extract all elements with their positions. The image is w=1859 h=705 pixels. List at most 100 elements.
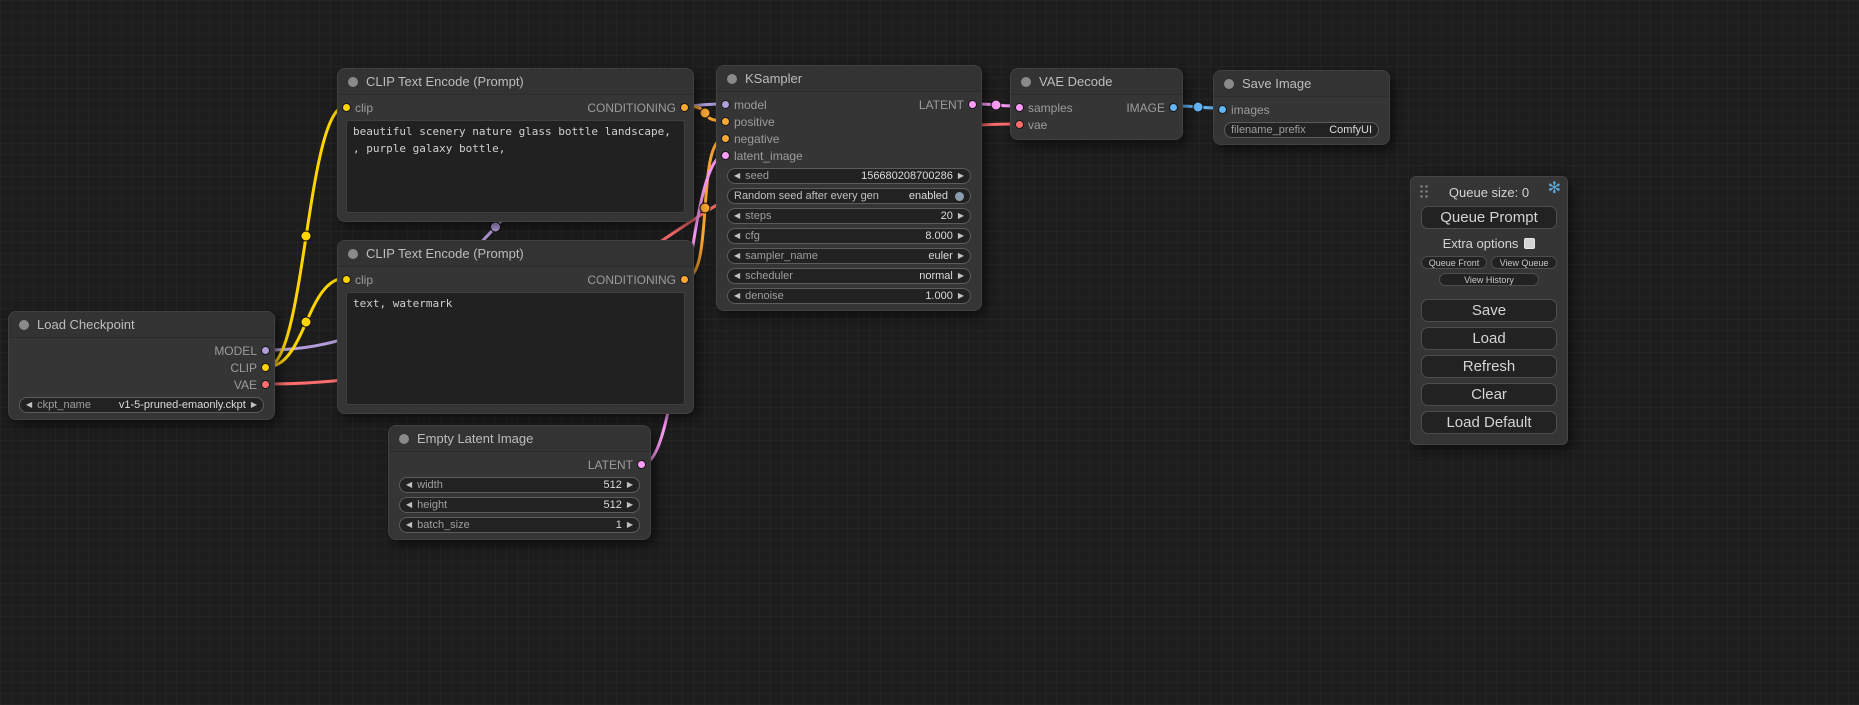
decrement-arrow-icon[interactable]: ◀ [406, 481, 412, 489]
random-seed-toggle-widget[interactable]: Random seed after every gen enabled [727, 188, 971, 204]
steps-widget[interactable]: ◀ steps 20 ▶ [727, 208, 971, 224]
filename-prefix-widget[interactable]: filename_prefix ComfyUI [1224, 122, 1379, 138]
node-title-bar[interactable]: Empty Latent Image [389, 426, 650, 452]
vae-output-port[interactable] [261, 380, 270, 389]
ckpt-name-widget[interactable]: ◀ ckpt_name v1-5-pruned-emaonly.ckpt ▶ [19, 397, 264, 413]
decrement-arrow-icon[interactable]: ◀ [406, 501, 412, 509]
clip-output-port[interactable] [261, 363, 270, 372]
latent-image-input-port[interactable] [721, 151, 730, 160]
collapse-dot-icon[interactable] [399, 434, 409, 444]
model-output-port[interactable] [261, 346, 270, 355]
node-title-bar[interactable]: VAE Decode [1011, 69, 1182, 95]
positive-prompt-textarea[interactable]: beautiful scenery nature glass bottle la… [346, 120, 685, 213]
next-arrow-icon[interactable]: ▶ [958, 272, 964, 280]
slot-row: vae [1011, 116, 1182, 133]
node-empty-latent-image[interactable]: Empty Latent Image LATENT ◀ width 512 ▶ … [388, 425, 651, 540]
decrement-arrow-icon[interactable]: ◀ [406, 521, 412, 529]
link-midpoint-dot [1193, 102, 1203, 112]
next-arrow-icon[interactable]: ▶ [251, 401, 257, 409]
conditioning-output-port[interactable] [680, 275, 689, 284]
node-title: Load Checkpoint [37, 317, 135, 332]
collapse-dot-icon[interactable] [1224, 79, 1234, 89]
decrement-arrow-icon[interactable]: ◀ [734, 232, 740, 240]
prev-arrow-icon[interactable]: ◀ [734, 272, 740, 280]
workflow-canvas[interactable]: Load Checkpoint MODEL CLIP VAE ◀ ckpt_na… [0, 0, 1859, 705]
input-label: vae [1028, 118, 1047, 132]
images-input-port[interactable] [1218, 105, 1227, 114]
clear-button[interactable]: Clear [1421, 383, 1557, 406]
link-midpoint-dot [301, 317, 311, 327]
next-arrow-icon[interactable]: ▶ [958, 252, 964, 260]
node-title-bar[interactable]: KSampler [717, 66, 981, 92]
positive-input-port[interactable] [721, 117, 730, 126]
latent-output-port[interactable] [968, 100, 977, 109]
decrement-arrow-icon[interactable]: ◀ [734, 292, 740, 300]
drag-handle-icon[interactable] [1419, 184, 1429, 199]
link-midpoint-dot [700, 108, 710, 118]
samples-input-port[interactable] [1015, 103, 1024, 112]
clip-input-port[interactable] [342, 103, 351, 112]
node-title-bar[interactable]: Load Checkpoint [9, 312, 274, 338]
view-queue-button[interactable]: View Queue [1491, 256, 1557, 269]
cfg-widget[interactable]: ◀ cfg 8.000 ▶ [727, 228, 971, 244]
sampler-name-widget[interactable]: ◀ sampler_name euler ▶ [727, 248, 971, 264]
batch-size-widget[interactable]: ◀ batch_size 1 ▶ [399, 517, 640, 533]
node-title-bar[interactable]: Save Image [1214, 71, 1389, 97]
collapse-dot-icon[interactable] [348, 249, 358, 259]
load-button[interactable]: Load [1421, 327, 1557, 350]
save-button[interactable]: Save [1421, 299, 1557, 322]
increment-arrow-icon[interactable]: ▶ [627, 481, 633, 489]
collapse-dot-icon[interactable] [19, 320, 29, 330]
image-output-port[interactable] [1169, 103, 1178, 112]
settings-gear-icon[interactable]: ✻ [1548, 181, 1561, 197]
increment-arrow-icon[interactable]: ▶ [627, 501, 633, 509]
prev-arrow-icon[interactable]: ◀ [26, 401, 32, 409]
increment-arrow-icon[interactable]: ▶ [958, 172, 964, 180]
height-widget[interactable]: ◀ height 512 ▶ [399, 497, 640, 513]
link-midpoint-dot [991, 100, 1001, 110]
negative-input-port[interactable] [721, 134, 730, 143]
load-default-button[interactable]: Load Default [1421, 411, 1557, 434]
output-slot-clip: CLIP [9, 359, 274, 376]
input-label: model [734, 98, 767, 112]
collapse-dot-icon[interactable] [348, 77, 358, 87]
refresh-button[interactable]: Refresh [1421, 355, 1557, 378]
scheduler-widget[interactable]: ◀ scheduler normal ▶ [727, 268, 971, 284]
increment-arrow-icon[interactable]: ▶ [958, 292, 964, 300]
node-clip-text-encode-negative[interactable]: CLIP Text Encode (Prompt) clip CONDITION… [337, 240, 694, 414]
node-load-checkpoint[interactable]: Load Checkpoint MODEL CLIP VAE ◀ ckpt_na… [8, 311, 275, 420]
queue-prompt-button[interactable]: Queue Prompt [1421, 206, 1557, 229]
toggle-knob-icon[interactable] [955, 192, 964, 201]
node-vae-decode[interactable]: VAE Decode samples IMAGE vae [1010, 68, 1183, 140]
width-widget[interactable]: ◀ width 512 ▶ [399, 477, 640, 493]
input-label: clip [355, 273, 373, 287]
clip-input-port[interactable] [342, 275, 351, 284]
conditioning-output-port[interactable] [680, 103, 689, 112]
latent-output-port[interactable] [637, 460, 646, 469]
node-save-image[interactable]: Save Image images filename_prefix ComfyU… [1213, 70, 1390, 145]
queue-menu-panel[interactable]: Queue size: 0 ✻ Queue Prompt Extra optio… [1410, 176, 1568, 445]
node-clip-text-encode-positive[interactable]: CLIP Text Encode (Prompt) clip CONDITION… [337, 68, 694, 222]
denoise-widget[interactable]: ◀ denoise 1.000 ▶ [727, 288, 971, 304]
decrement-arrow-icon[interactable]: ◀ [734, 172, 740, 180]
view-history-button[interactable]: View History [1439, 273, 1540, 286]
node-ksampler[interactable]: KSampler model LATENT positive negative … [716, 65, 982, 311]
model-input-port[interactable] [721, 100, 730, 109]
node-title: CLIP Text Encode (Prompt) [366, 246, 524, 261]
increment-arrow-icon[interactable]: ▶ [958, 212, 964, 220]
increment-arrow-icon[interactable]: ▶ [627, 521, 633, 529]
negative-prompt-textarea[interactable]: text, watermark [346, 292, 685, 405]
increment-arrow-icon[interactable]: ▶ [958, 232, 964, 240]
collapse-dot-icon[interactable] [727, 74, 737, 84]
queue-front-button[interactable]: Queue Front [1421, 256, 1487, 269]
extra-options-checkbox[interactable] [1524, 238, 1535, 249]
seed-widget[interactable]: ◀ seed 156680208700286 ▶ [727, 168, 971, 184]
node-title-bar[interactable]: CLIP Text Encode (Prompt) [338, 69, 693, 95]
node-title-bar[interactable]: CLIP Text Encode (Prompt) [338, 241, 693, 267]
output-label: IMAGE [1126, 101, 1165, 115]
collapse-dot-icon[interactable] [1021, 77, 1031, 87]
decrement-arrow-icon[interactable]: ◀ [734, 212, 740, 220]
vae-input-port[interactable] [1015, 120, 1024, 129]
prev-arrow-icon[interactable]: ◀ [734, 252, 740, 260]
widget-label: batch_size [417, 519, 470, 531]
